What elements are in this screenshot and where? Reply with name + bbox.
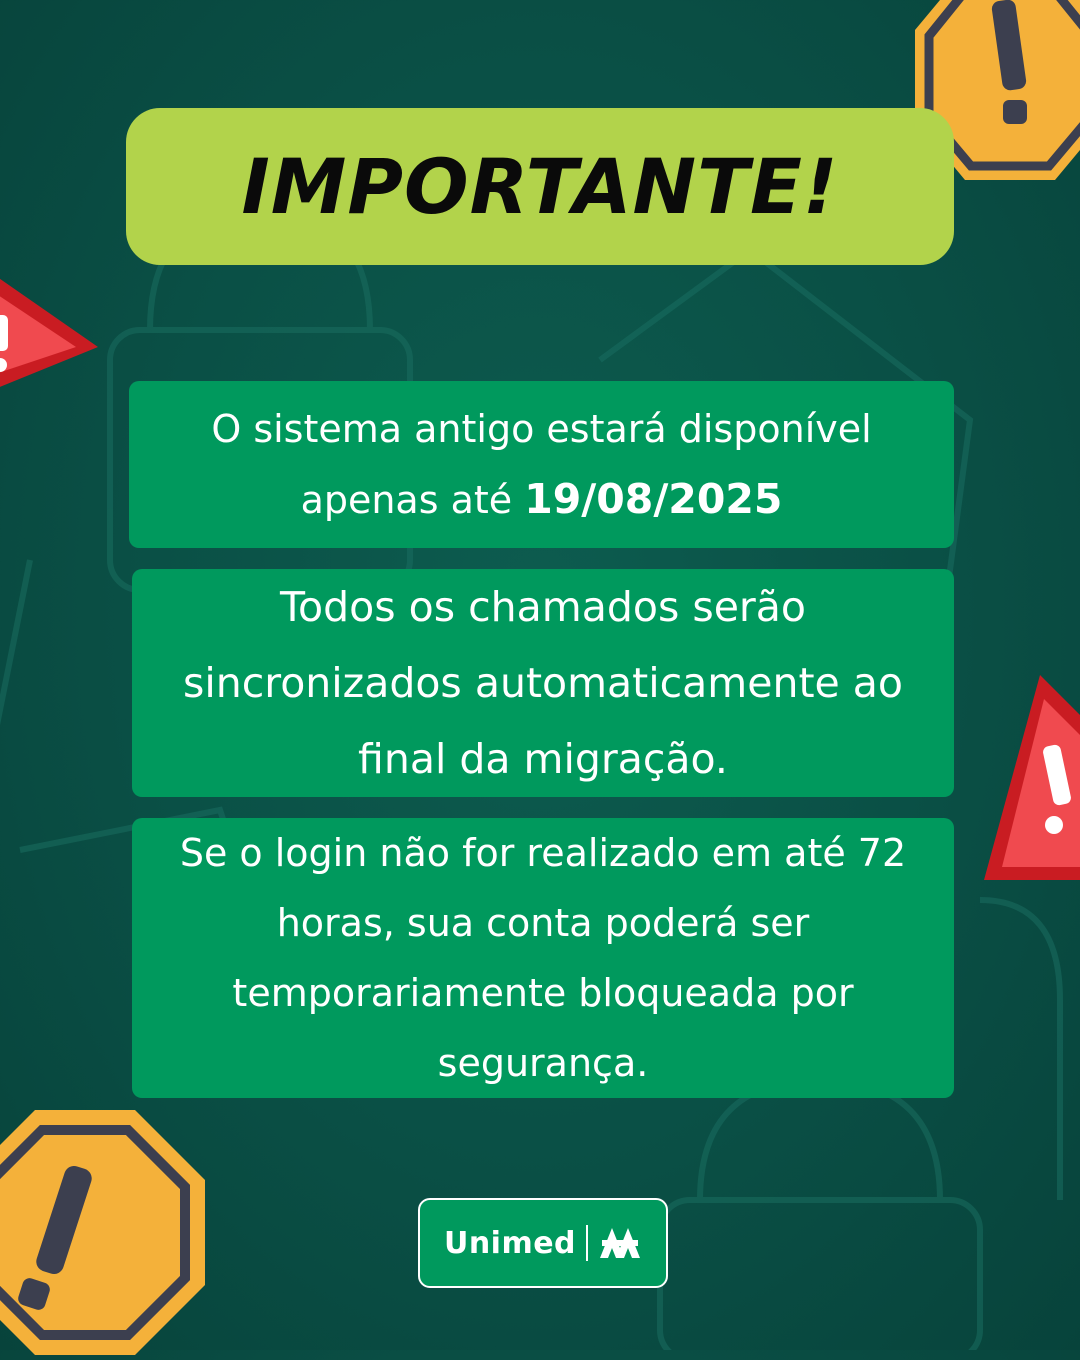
warning-triangle-icon — [984, 675, 1080, 880]
card-text-line: sincronizados automaticamente ao — [182, 659, 903, 707]
unimed-logo: Unimed — [418, 1198, 668, 1288]
title-banner: IMPORTANTE! — [126, 108, 954, 265]
info-card-sync: Todos os chamados serão sincronizados au… — [132, 569, 954, 797]
deadline-date: 19/08/2025 — [524, 475, 783, 523]
logo-divider — [586, 1225, 589, 1261]
card-text-line: Todos os chamados serão — [279, 583, 806, 631]
info-card-deadline: O sistema antigo estará disponível apena… — [129, 381, 954, 548]
warning-octagon-icon — [0, 1110, 205, 1355]
unimed-symbol-icon — [600, 1228, 641, 1258]
page-title: IMPORTANTE! — [241, 142, 839, 231]
card-text-line: horas, sua conta poderá ser — [276, 901, 810, 945]
card-text-line: O sistema antigo estará disponível — [211, 407, 872, 451]
card-text-line: segurança. — [437, 1041, 649, 1085]
warning-triangle-icon — [0, 278, 98, 387]
logo-brand-text: Unimed — [443, 1225, 577, 1261]
card-text-line: temporariamente bloqueada por — [232, 971, 854, 1015]
card-text-line: apenas até 19/08/2025 — [301, 464, 783, 535]
card-text-line: final da migração. — [358, 735, 728, 783]
info-card-login-warning: Se o login não for realizado em até 72 h… — [132, 818, 954, 1098]
card-text-line: Se o login não for realizado em até 72 — [179, 831, 907, 875]
deadline-prefix: apenas até — [300, 478, 525, 522]
